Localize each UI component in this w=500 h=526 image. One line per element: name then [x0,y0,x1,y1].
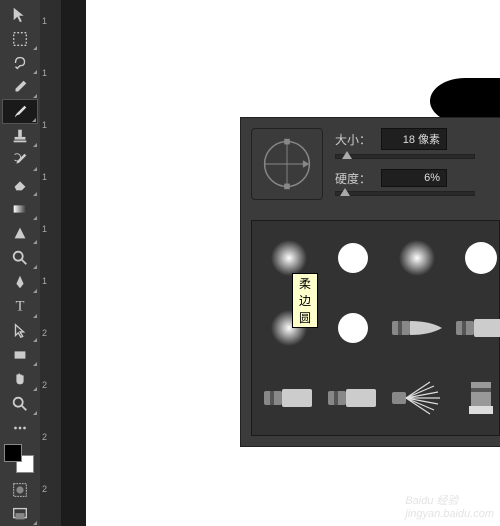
eyedropper-tool[interactable] [2,75,38,99]
foreground-color-swatch[interactable] [4,444,22,462]
hand-tool[interactable] [2,367,38,391]
brush-angle-preview[interactable] [251,128,323,200]
hardness-value-input[interactable]: 6% [381,169,447,187]
brush-flat-tip-2[interactable] [260,369,318,427]
brush-preset-panel: 大小： 18 像素 硬度： 6% 柔边圆 [240,117,500,447]
toolbox: T [0,0,40,526]
brush-chisel-tip[interactable] [452,369,500,427]
size-value-input[interactable]: 18 像素 [381,128,447,150]
quick-mask-tool[interactable] [2,477,38,501]
screen-mode-tool[interactable] [2,502,38,526]
rectangle-tool[interactable] [2,343,38,367]
eraser-tool[interactable] [2,172,38,196]
edit-toolbar-tool[interactable] [2,416,38,440]
ruler-gutter [62,0,86,526]
history-brush-tool[interactable] [2,148,38,172]
color-swatches[interactable] [4,444,34,473]
brush-tooltip: 柔边圆 [292,273,318,328]
zoom-tool-2[interactable] [2,392,38,416]
size-slider[interactable] [335,154,475,159]
brush-flat-tip[interactable] [452,299,500,357]
brush-soft-round-1[interactable]: 柔边圆 [260,229,318,287]
brush-hard-round-2[interactable] [452,229,500,287]
watermark: Baidu 经验 jingyan.baidu.com [405,492,494,520]
brush-tool[interactable] [2,99,38,123]
brush-preset-grid: 柔边圆 [251,220,500,436]
brush-hard-round-1[interactable] [324,229,382,287]
marquee-tool[interactable] [2,26,38,50]
hardness-slider[interactable] [335,191,475,196]
path-selection-tool[interactable] [2,319,38,343]
brush-flat-tip-3[interactable] [324,369,382,427]
move-tool[interactable] [2,2,38,26]
stamp-tool[interactable] [2,124,38,148]
size-label: 大小： [335,131,373,148]
pen-tool[interactable] [2,270,38,294]
brush-fan-tip[interactable] [388,369,446,427]
brush-hard-round-3[interactable] [324,299,382,357]
vertical-ruler: 1 1 1 1 1 1 2 2 2 2 [40,0,62,526]
brush-soft-round-2[interactable] [388,229,446,287]
svg-text:T: T [16,299,25,315]
triangle-tool[interactable] [2,221,38,245]
lasso-tool[interactable] [2,51,38,75]
brush-pointed-tip[interactable] [388,299,446,357]
type-tool[interactable]: T [2,294,38,318]
gradient-tool[interactable] [2,197,38,221]
hardness-label: 硬度： [335,170,373,187]
zoom-tool[interactable] [2,245,38,269]
